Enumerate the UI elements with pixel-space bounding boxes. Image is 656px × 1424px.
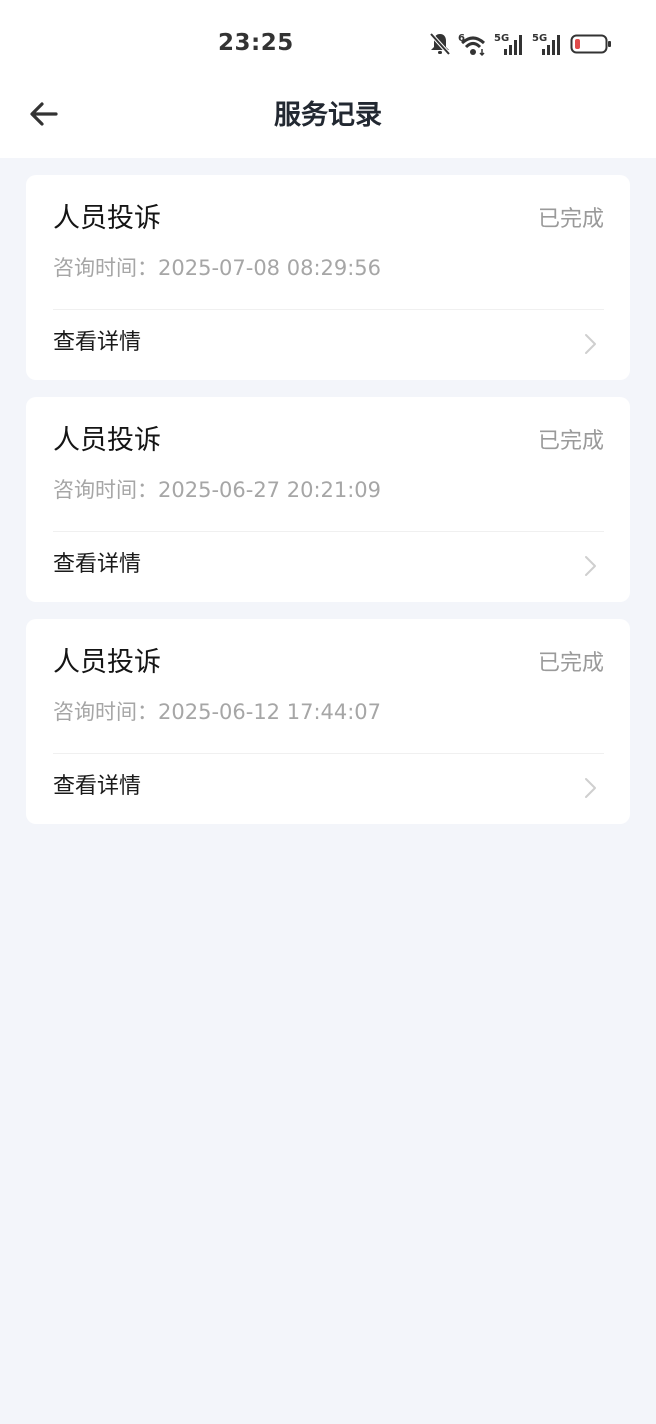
status-bar: 23:25 6 5G 5G: [0, 0, 656, 88]
record-title: 人员投诉: [53, 203, 161, 234]
record-time: 咨询时间：2025-07-08 08:29:56: [53, 256, 382, 280]
view-details-label: 查看详情: [53, 552, 142, 577]
signal-5g-icon: 5G: [532, 31, 564, 57]
page-title: 服务记录: [274, 100, 382, 131]
record-status: 已完成: [537, 429, 604, 454]
record-title: 人员投诉: [53, 425, 161, 456]
record-title: 人员投诉: [53, 647, 161, 678]
status-icons: 6 5G 5G: [428, 30, 612, 58]
signal-5g-icon: 5G: [494, 31, 526, 57]
view-details-button[interactable]: 查看详情: [26, 532, 630, 602]
view-details-label: 查看详情: [53, 330, 142, 355]
record-card: 人员投诉 已完成 咨询时间：2025-06-12 17:44:07 查看详情: [26, 619, 630, 824]
record-time: 咨询时间：2025-06-27 20:21:09: [53, 478, 382, 502]
wifi-6-icon: 6: [458, 31, 488, 57]
record-status: 已完成: [537, 207, 604, 232]
view-details-button[interactable]: 查看详情: [26, 310, 630, 380]
view-details-button[interactable]: 查看详情: [26, 754, 630, 824]
chevron-right-icon: [580, 332, 600, 356]
svg-text:5G: 5G: [532, 33, 547, 44]
status-time: 23:25: [218, 30, 294, 56]
chevron-right-icon: [580, 776, 600, 800]
nav-bar: 服务记录: [0, 88, 656, 158]
battery-low-icon: [570, 32, 612, 56]
chevron-right-icon: [580, 554, 600, 578]
view-details-label: 查看详情: [53, 774, 142, 799]
svg-text:5G: 5G: [494, 33, 509, 44]
record-list: 人员投诉 已完成 咨询时间：2025-07-08 08:29:56 查看详情 人…: [26, 175, 630, 841]
record-time: 咨询时间：2025-06-12 17:44:07: [53, 700, 382, 724]
bell-off-icon: [428, 31, 452, 57]
record-status: 已完成: [537, 651, 604, 676]
record-card: 人员投诉 已完成 咨询时间：2025-07-08 08:29:56 查看详情: [26, 175, 630, 380]
record-card: 人员投诉 已完成 咨询时间：2025-06-27 20:21:09 查看详情: [26, 397, 630, 602]
